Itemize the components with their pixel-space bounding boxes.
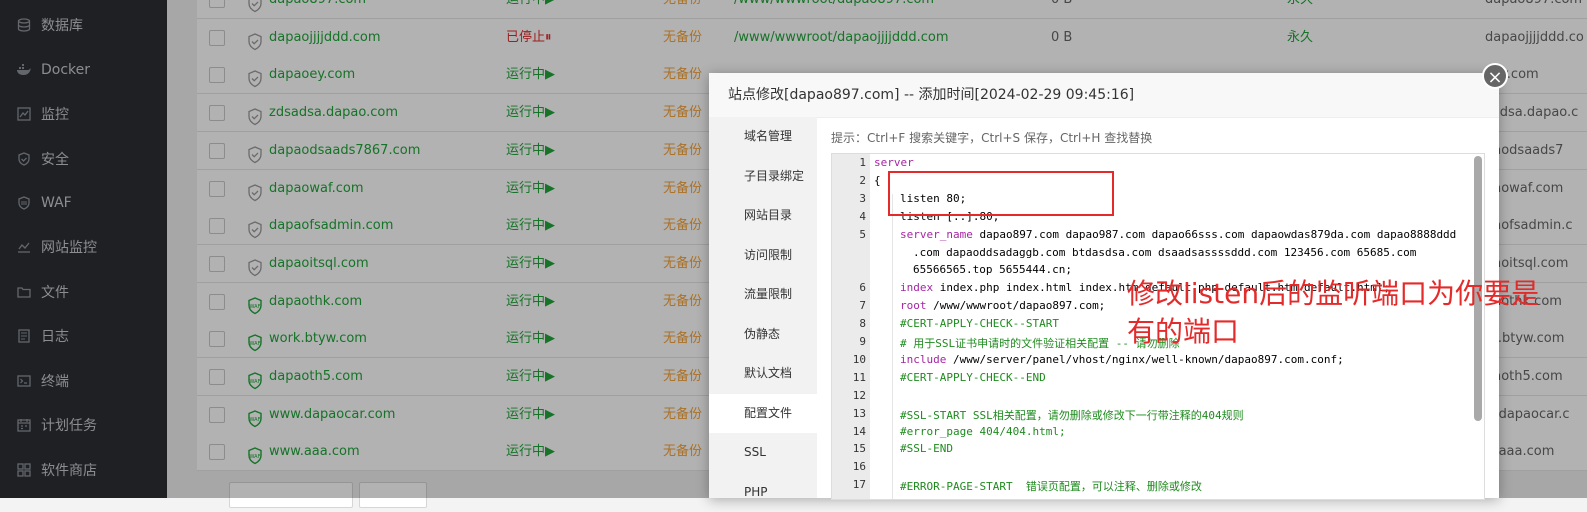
code-keyword: server_name	[900, 227, 973, 241]
line-number: 9	[859, 335, 866, 348]
tab-5[interactable]: 伪静态	[709, 315, 817, 354]
line-number: 4	[859, 209, 866, 223]
tab-8[interactable]: SSL	[709, 433, 817, 472]
line-number: 16	[852, 460, 866, 474]
line-number: 1	[859, 156, 866, 169]
tab-6[interactable]: 默认文档	[709, 354, 817, 393]
line-number: 14	[852, 424, 866, 438]
code-line[interactable]: server_name dapao897.com dapao987.com da…	[900, 228, 1456, 241]
code-line[interactable]: #CERT-APPLY-CHECK--START	[900, 317, 1059, 330]
line-number: 2	[859, 173, 866, 187]
tab-4[interactable]: 流量限制	[709, 275, 817, 314]
line-number: 6	[859, 281, 866, 295]
line-number: 3	[859, 191, 866, 205]
code-keyword: index	[900, 281, 934, 295]
tab-0[interactable]: 域名管理	[709, 117, 817, 156]
modal-header: 站点修改[dapao897.com] -- 添加时间[2024-02-29 09…	[709, 73, 1499, 118]
code-line[interactable]: #CERT-APPLY-CHECK--END	[900, 371, 1046, 384]
line-number: 7	[859, 299, 866, 313]
code-line[interactable]: #ERROR-PAGE-START 错误页配置，可以注释、删除或修改	[900, 478, 1202, 494]
tab-9[interactable]: PHP	[709, 473, 817, 512]
modal-title: 站点修改[dapao897.com] -- 添加时间[2024-02-29 09…	[728, 87, 1135, 103]
highlight-box	[888, 171, 1114, 216]
code-line[interactable]: #SSL-END	[900, 442, 953, 455]
code-line[interactable]: #error_page 404/404.html;	[900, 425, 1066, 438]
tab-1[interactable]: 子目录绑定	[709, 157, 817, 196]
code-line[interactable]: 65566565.top 5655444.cn;	[913, 263, 1072, 276]
line-number: 10	[852, 352, 866, 366]
line-number: 8	[859, 317, 866, 331]
code-line[interactable]: {	[874, 174, 881, 187]
close-icon[interactable]: ×	[1482, 63, 1508, 89]
line-number: 15	[852, 442, 866, 456]
line-number: 17	[852, 478, 866, 492]
code-line[interactable]: server	[874, 156, 914, 169]
code-line[interactable]: include /www/server/panel/vhost/nginx/we…	[900, 353, 1344, 366]
annotation-text: 修改listen后的监听端口为你要是有的端口	[1127, 277, 1540, 348]
tab-7[interactable]: 配置文件	[709, 393, 817, 433]
code-keyword: root	[900, 299, 927, 313]
line-number: 13	[852, 406, 866, 420]
tab-3[interactable]: 访问限制	[709, 236, 817, 275]
editor-hint: 提示：Ctrl+F 搜索关键字，Ctrl+S 保存，Ctrl+H 查找替换	[831, 131, 1153, 145]
code-keyword: include	[900, 352, 947, 366]
code-line[interactable]: .com dapaoddsadaggb.com btdasdsa.com dsa…	[913, 246, 1416, 259]
line-number: 12	[852, 388, 866, 402]
code-line[interactable]: root /www/wwwroot/dapao897.com;	[900, 299, 1105, 312]
modal-tabs: 域名管理 子目录绑定 网站目录 访问限制 流量限制 伪静态 默认文档 配置文件 SSL PHP	[709, 117, 817, 499]
line-number: 5	[859, 227, 866, 241]
line-number: 11	[852, 370, 866, 384]
indent-guide	[892, 194, 893, 499]
code-line[interactable]: #SSL-START SSL相关配置，请勿删除或修改下一行带注释的404规则	[900, 407, 1244, 423]
tab-2[interactable]: 网站目录	[709, 196, 817, 235]
